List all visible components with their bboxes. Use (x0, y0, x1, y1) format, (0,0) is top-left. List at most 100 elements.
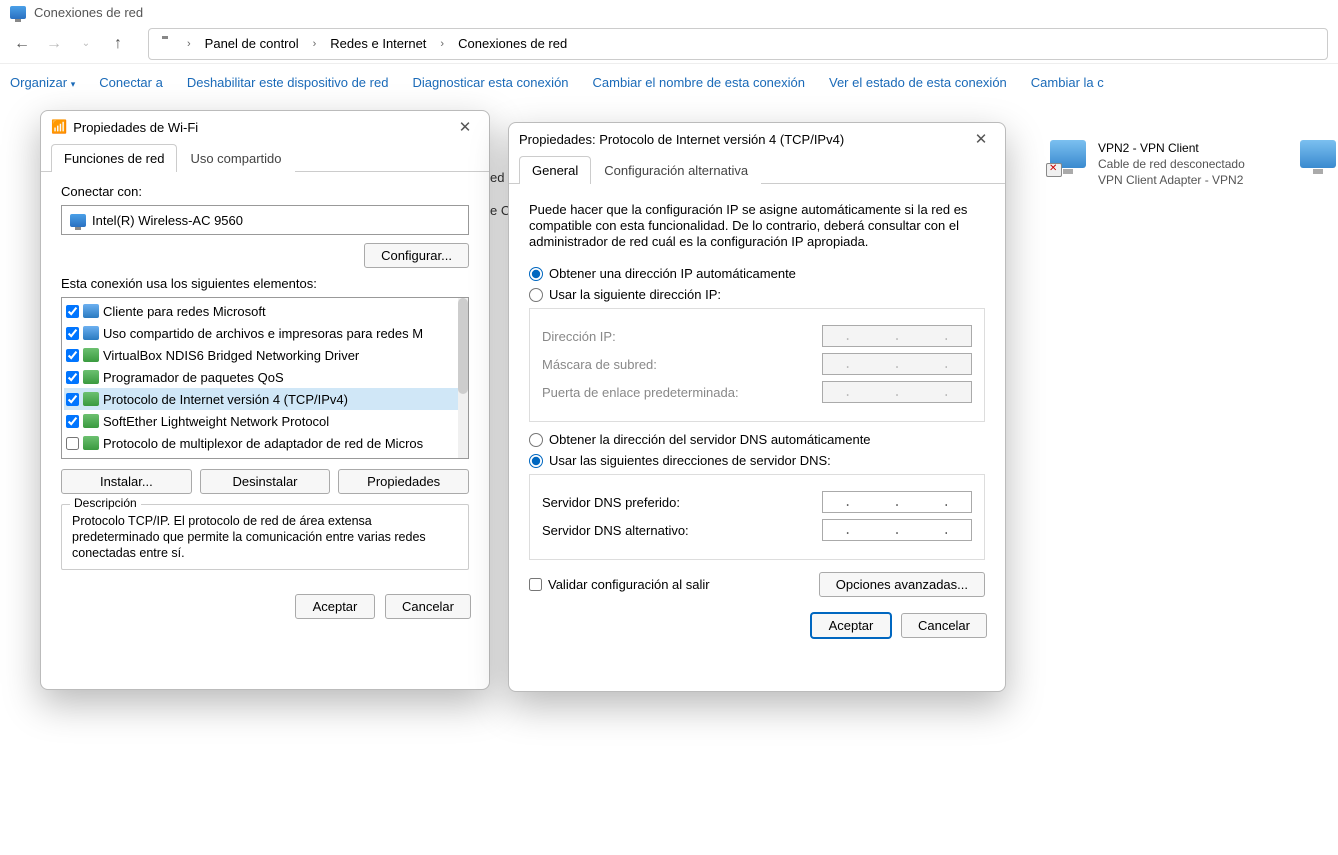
gateway-label: Puerta de enlace predeterminada: (542, 385, 739, 400)
components-list[interactable]: Cliente para redes Microsoft Uso comparti… (61, 297, 469, 459)
back-button[interactable]: ← (10, 32, 34, 56)
uses-elements-label: Esta conexión usa los siguientes element… (61, 276, 469, 291)
dns-preferred-input[interactable]: ... (822, 491, 972, 513)
ipv4-description: Puede hacer que la configuración IP se a… (529, 202, 985, 250)
subnet-input: ... (822, 353, 972, 375)
connection-item-vpn2[interactable]: VPN2 - VPN Client Cable de red desconect… (1050, 140, 1330, 188)
configure-button[interactable]: Configurar... (364, 243, 469, 268)
connection-icon (1300, 140, 1338, 180)
component-item[interactable]: Protocolo de Internet versión 4 (TCP/IPv… (64, 388, 466, 410)
view-status-action[interactable]: Ver el estado de esta conexión (829, 75, 1007, 90)
ip-address-input: ... (822, 325, 972, 347)
connect-with-label: Conectar con: (61, 184, 469, 199)
breadcrumb-item[interactable]: Conexiones de red (454, 34, 571, 53)
component-item[interactable]: SoftEther Lightweight Network Protocol (64, 410, 466, 432)
component-label: SoftEther Lightweight Network Protocol (103, 414, 329, 429)
component-icon (83, 326, 99, 340)
dns-fieldset: Servidor DNS preferido: ... Servidor DNS… (529, 474, 985, 560)
chevron-right-icon: › (307, 38, 323, 50)
tab-sharing[interactable]: Uso compartido (177, 144, 294, 172)
radio-ip-manual-label: Usar la siguiente dirección IP: (549, 287, 721, 302)
chevron-down-icon: ▾ (71, 79, 76, 89)
component-checkbox[interactable] (66, 305, 79, 318)
component-item[interactable]: Programador de paquetes QoS (64, 366, 466, 388)
cancel-button[interactable]: Cancelar (901, 613, 987, 638)
path-icon (157, 36, 177, 52)
component-checkbox[interactable] (66, 349, 79, 362)
disable-device-action[interactable]: Deshabilitar este dispositivo de red (187, 75, 389, 90)
adapter-field: Intel(R) Wireless-AC 9560 (61, 205, 469, 235)
component-label: Programador de paquetes QoS (103, 370, 284, 385)
component-checkbox[interactable] (66, 327, 79, 340)
validate-label: Validar configuración al salir (548, 577, 710, 592)
breadcrumb[interactable]: › Panel de control › Redes e Internet › … (148, 28, 1328, 60)
connection-item-partial[interactable] (1300, 140, 1338, 180)
chevron-right-icon: › (434, 38, 450, 50)
component-icon (83, 304, 99, 318)
connection-status: Cable de red desconectado (1098, 156, 1245, 172)
organize-menu[interactable]: Organizar ▾ (10, 75, 75, 90)
recent-dropdown[interactable]: ⌄ (74, 32, 98, 56)
component-item[interactable]: Protocolo de multiplexor de adaptador de… (64, 432, 466, 454)
radio-dns-auto-label: Obtener la dirección del servidor DNS au… (549, 432, 871, 447)
component-checkbox[interactable] (66, 393, 79, 406)
install-button[interactable]: Instalar... (61, 469, 192, 494)
ip-fieldset: Dirección IP: ... Máscara de subred: ...… (529, 308, 985, 422)
description-group: Descripción Protocolo TCP/IP. El protoco… (61, 504, 469, 570)
wifi-icon: 📶 (51, 119, 67, 135)
connect-to-action[interactable]: Conectar a (99, 75, 163, 90)
advanced-button[interactable]: Opciones avanzadas... (819, 572, 985, 597)
properties-button[interactable]: Propiedades (338, 469, 469, 494)
cancel-button[interactable]: Cancelar (385, 594, 471, 619)
uninstall-button[interactable]: Desinstalar (200, 469, 331, 494)
radio-dns-manual-label: Usar las siguientes direcciones de servi… (549, 453, 831, 468)
dns-alt-input[interactable]: ... (822, 519, 972, 541)
connection-name: VPN2 - VPN Client (1098, 140, 1245, 156)
component-item[interactable]: VirtualBox NDIS6 Bridged Networking Driv… (64, 344, 466, 366)
radio-dns-auto[interactable] (529, 433, 543, 447)
tab-alt-config[interactable]: Configuración alternativa (591, 156, 761, 184)
component-checkbox[interactable] (66, 415, 79, 428)
component-checkbox[interactable] (66, 437, 79, 450)
connection-adapter: VPN Client Adapter - VPN2 (1098, 172, 1245, 188)
accept-button[interactable]: Aceptar (295, 594, 375, 619)
breadcrumb-item[interactable]: Redes e Internet (326, 34, 430, 53)
command-bar: Organizar ▾ Conectar a Deshabilitar este… (0, 64, 1338, 100)
forward-button[interactable]: → (42, 32, 66, 56)
ipv4-properties-dialog: Propiedades: Protocolo de Internet versi… (508, 122, 1006, 692)
component-item[interactable]: Cliente para redes Microsoft (64, 300, 466, 322)
chevron-right-icon: › (181, 38, 197, 50)
dns-preferred-label: Servidor DNS preferido: (542, 495, 680, 510)
breadcrumb-item[interactable]: Panel de control (201, 34, 303, 53)
component-label: Cliente para redes Microsoft (103, 304, 266, 319)
close-button[interactable]: ✕ (451, 113, 479, 141)
scrollbar[interactable] (458, 298, 468, 458)
up-button[interactable]: ↑ (106, 32, 130, 56)
radio-ip-auto[interactable] (529, 267, 543, 281)
component-icon (83, 414, 99, 428)
change-settings-action[interactable]: Cambiar la c (1031, 75, 1104, 90)
component-checkbox[interactable] (66, 371, 79, 384)
network-icon (10, 6, 26, 19)
tab-general[interactable]: General (519, 156, 591, 184)
accept-button[interactable]: Aceptar (811, 613, 891, 638)
component-icon (83, 370, 99, 384)
component-label: Uso compartido de archivos e impresoras … (103, 326, 423, 341)
radio-ip-manual[interactable] (529, 288, 543, 302)
tab-network-functions[interactable]: Funciones de red (51, 144, 177, 172)
component-item[interactable]: Uso compartido de archivos e impresoras … (64, 322, 466, 344)
nav-bar: ← → ⌄ ↑ › Panel de control › Redes e Int… (0, 24, 1338, 64)
ip-address-label: Dirección IP: (542, 329, 616, 344)
component-icon (83, 348, 99, 362)
component-icon (83, 392, 99, 406)
close-button[interactable]: ✕ (967, 125, 995, 153)
component-label: Protocolo de Internet versión 4 (TCP/IPv… (103, 392, 348, 407)
radio-dns-manual[interactable] (529, 454, 543, 468)
radio-ip-auto-label: Obtener una dirección IP automáticamente (549, 266, 796, 281)
diagnose-action[interactable]: Diagnosticar esta conexión (412, 75, 568, 90)
validate-checkbox[interactable] (529, 578, 542, 591)
adapter-name: Intel(R) Wireless-AC 9560 (92, 213, 243, 228)
component-label: VirtualBox NDIS6 Bridged Networking Driv… (103, 348, 359, 363)
rename-action[interactable]: Cambiar el nombre de esta conexión (593, 75, 805, 90)
gateway-input: ... (822, 381, 972, 403)
